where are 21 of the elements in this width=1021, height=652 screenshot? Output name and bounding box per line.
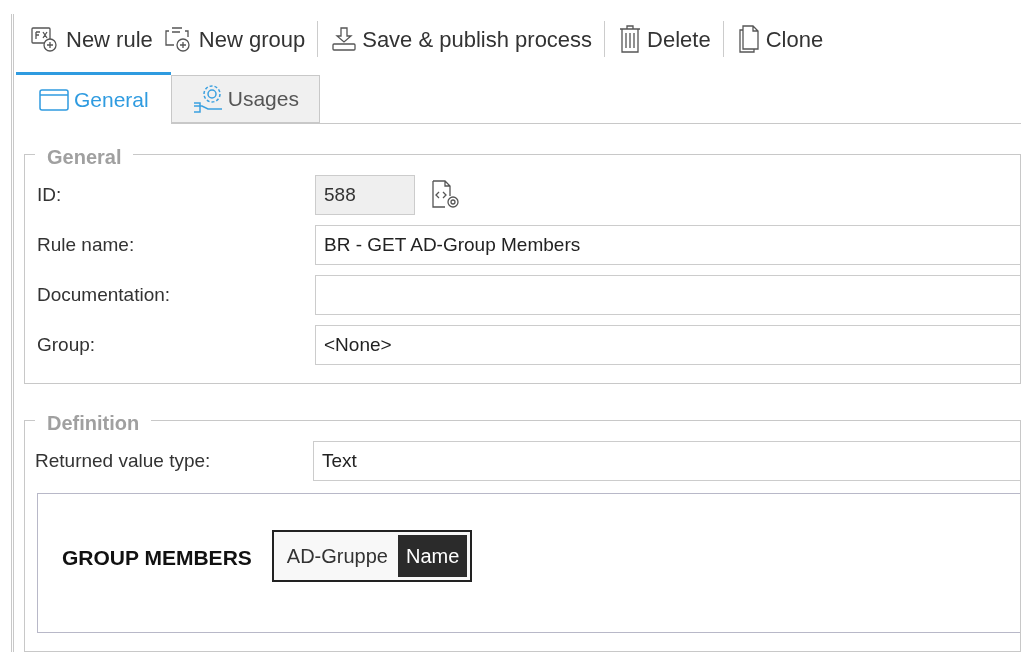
expression-token[interactable]: AD-Gruppe [276, 535, 398, 577]
expression-token[interactable]: Name [397, 535, 468, 577]
toolbar-button[interactable]: New rule [28, 22, 155, 56]
text-field[interactable]: BR - GET AD-Group Members [315, 225, 1020, 265]
text-field[interactable]: <None> [315, 325, 1020, 365]
field-label: ID: [37, 182, 63, 207]
expression-label: GROUP MEMBERS [62, 545, 252, 571]
text-field[interactable]: Text [313, 441, 1020, 481]
toolbar-button[interactable]: New group [160, 22, 308, 56]
field-label: Documentation: [37, 282, 172, 307]
toolbar-button[interactable]: Save & publish process [328, 22, 595, 56]
tab[interactable]: Usages [170, 75, 320, 123]
window-icon [38, 86, 70, 113]
toolbar-button[interactable]: Delete [615, 22, 713, 56]
field-label: Group: [37, 332, 97, 357]
text-field[interactable] [315, 275, 1020, 315]
field-label: Rule name: [37, 232, 136, 257]
toolbar-button[interactable]: Clone [733, 22, 826, 56]
field-label: Returned value type: [35, 448, 212, 473]
download-tray-icon [330, 25, 359, 54]
id-field: 588 [315, 175, 415, 215]
